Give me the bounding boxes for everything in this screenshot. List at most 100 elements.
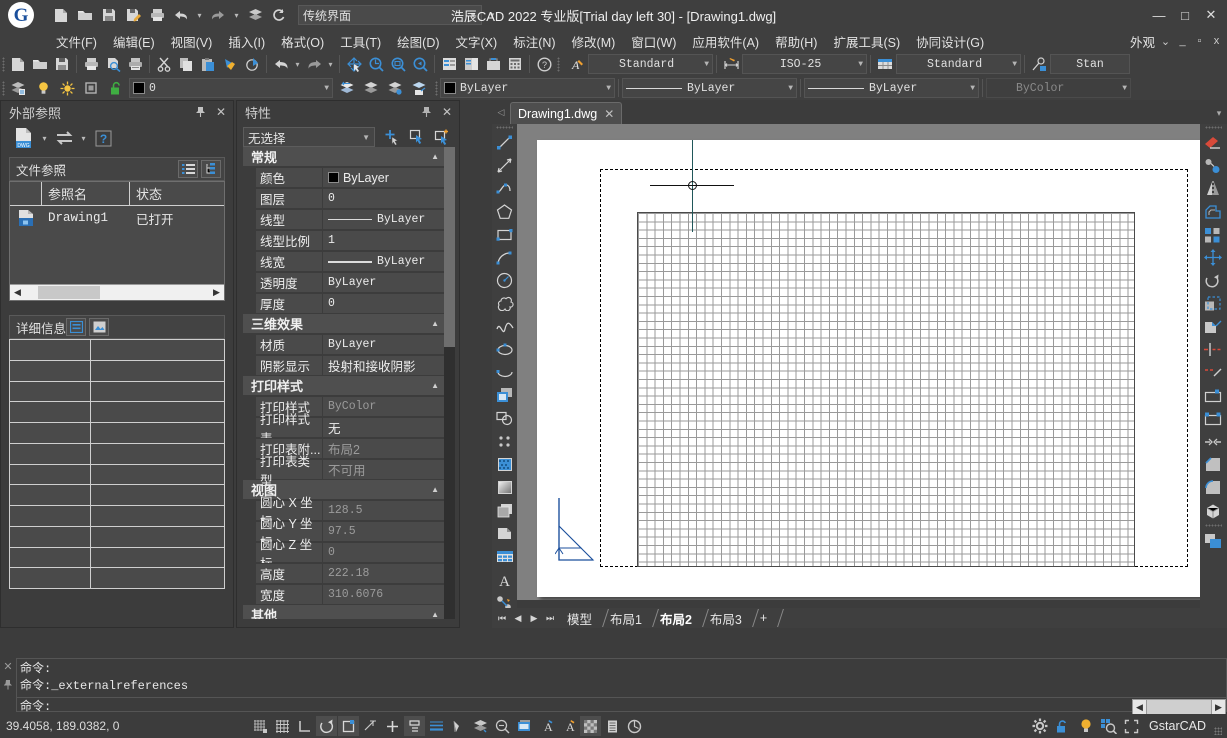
property-value[interactable]: ByLayer	[323, 251, 447, 272]
pickadd-icon[interactable]	[433, 127, 453, 147]
object-color-combo[interactable]: ByLayer ▼	[440, 78, 615, 98]
column-header-icon[interactable]	[10, 182, 42, 205]
preview-view-icon[interactable]	[89, 318, 109, 336]
property-row-linetype[interactable]: 线型 ByLayer	[243, 209, 447, 230]
property-value[interactable]: 0	[323, 188, 447, 209]
scroll-left-icon[interactable]: ◀	[1132, 699, 1147, 715]
document-tab-drawing1[interactable]: Drawing1.dwg ✕	[510, 102, 622, 124]
scrollbar-thumb[interactable]	[38, 286, 100, 299]
toolbar-grip[interactable]	[1200, 522, 1227, 529]
transparency-icon[interactable]	[448, 716, 469, 736]
layout-last-icon[interactable]: ⏭	[542, 609, 558, 627]
stretch-icon[interactable]	[1200, 315, 1225, 338]
extend-icon[interactable]	[1200, 361, 1225, 384]
spline-icon[interactable]	[492, 315, 517, 338]
freeze-icon[interactable]	[80, 77, 102, 99]
help-icon[interactable]: ?	[533, 53, 555, 75]
property-value[interactable]: 0	[323, 293, 447, 314]
print-icon[interactable]	[80, 53, 102, 75]
revision-cloud-icon[interactable]	[492, 292, 517, 315]
property-row-plotstyle-type[interactable]: 打印表类型 不可用	[243, 459, 447, 480]
qat-save-button[interactable]	[98, 4, 120, 26]
property-group-misc[interactable]: 其他 ▲	[243, 605, 447, 619]
calculator-icon[interactable]	[504, 53, 526, 75]
toolbar-grip[interactable]	[0, 54, 7, 74]
menu-collaboration[interactable]: 协同设计(G)	[908, 31, 992, 51]
property-row-color[interactable]: 颜色 ByLayer	[243, 167, 447, 188]
pin-icon[interactable]	[4, 679, 13, 690]
detail-row[interactable]	[10, 465, 224, 486]
properties-icon[interactable]	[438, 53, 460, 75]
annotation-scale-icon[interactable]: A	[536, 716, 557, 736]
fillet-icon[interactable]	[1200, 476, 1225, 499]
detail-row[interactable]	[10, 548, 224, 569]
pin-icon[interactable]	[191, 103, 209, 121]
qat-undo-dropdown-icon[interactable]: ▾	[194, 4, 205, 26]
menu-file[interactable]: 文件(F)	[48, 31, 105, 51]
redo-dropdown-icon[interactable]: ▾	[325, 53, 336, 75]
toolbar-grip[interactable]	[1200, 124, 1227, 131]
arc-icon[interactable]	[492, 246, 517, 269]
layout-tab-layout3[interactable]: 布局3	[701, 609, 751, 627]
property-value[interactable]: 1	[323, 230, 447, 251]
detail-row[interactable]	[10, 361, 224, 382]
ellipse-icon[interactable]	[492, 338, 517, 361]
close-icon[interactable]: ✕	[212, 103, 230, 121]
scroll-left-icon[interactable]: ◀	[10, 285, 25, 300]
doc-close-button[interactable]: x	[1208, 31, 1225, 51]
dim-style-icon[interactable]	[720, 53, 742, 75]
unlock-icon[interactable]	[104, 77, 126, 99]
property-row-layer[interactable]: 图层 0	[243, 188, 447, 209]
command-line-box[interactable]: 命令: 命令:_externalreferences 命令: ◀ ▶	[16, 658, 1227, 712]
qat-save-as-button[interactable]	[122, 4, 144, 26]
toolbar-grip[interactable]	[0, 78, 7, 98]
menu-dimension[interactable]: 标注(N)	[505, 31, 563, 51]
layout-tab-layout2[interactable]: 布局2	[651, 609, 701, 627]
attach-dwg-icon[interactable]: DWG	[11, 125, 37, 151]
scrollbar-thumb[interactable]	[444, 147, 455, 347]
break-at-point-icon[interactable]	[1200, 384, 1225, 407]
property-value[interactable]: ByLayer	[323, 272, 447, 293]
offset-icon[interactable]	[1200, 200, 1225, 223]
point-icon[interactable]	[492, 430, 517, 453]
toolbar-grip[interactable]	[433, 78, 440, 98]
mirror-icon[interactable]	[1200, 177, 1225, 200]
doc-restore-button[interactable]: ▫	[1191, 31, 1208, 51]
detail-row[interactable]	[10, 423, 224, 444]
qat-new-file-button[interactable]	[50, 4, 72, 26]
help-xref-icon[interactable]: ?	[91, 126, 115, 150]
doc-minimize-button[interactable]: _	[1174, 31, 1191, 51]
property-row-shadow-display[interactable]: 阴影显示 投射和接收阴影	[243, 355, 447, 376]
qat-undo-button[interactable]	[170, 4, 192, 26]
doc-tabs-prev-icon[interactable]: ◁	[492, 100, 510, 124]
qat-redo-button[interactable]	[207, 4, 229, 26]
detail-row[interactable]	[10, 568, 224, 588]
sun-icon[interactable]	[56, 77, 78, 99]
qat-overflow-button[interactable]: ▾	[484, 4, 500, 26]
detail-row[interactable]	[10, 444, 224, 465]
toolbar-grip[interactable]	[492, 124, 517, 131]
window-close-button[interactable]: ✕	[1199, 4, 1223, 26]
layer-off-icon[interactable]	[408, 77, 430, 99]
snap-grid-icon[interactable]	[250, 716, 271, 736]
zoom-window-icon[interactable]	[387, 53, 409, 75]
coordinates-display[interactable]: 39.4058, 189.0382, 0	[0, 719, 250, 733]
property-row-material[interactable]: 材质 ByLayer	[243, 334, 447, 355]
match-properties-icon[interactable]	[219, 53, 241, 75]
property-row-thickness[interactable]: 厚度 0	[243, 293, 447, 314]
make-block-icon[interactable]	[492, 407, 517, 430]
layer-manager-icon[interactable]	[7, 77, 29, 99]
rectangle-icon[interactable]	[492, 223, 517, 246]
toolbar-grip[interactable]	[555, 54, 562, 74]
break-icon[interactable]	[1200, 407, 1225, 430]
move-icon[interactable]	[1200, 246, 1225, 269]
menu-edit[interactable]: 编辑(E)	[105, 31, 163, 51]
save-icon[interactable]	[51, 53, 73, 75]
menu-help[interactable]: 帮助(H)	[767, 31, 825, 51]
property-row-lineweight[interactable]: 线宽 ByLayer	[243, 251, 447, 272]
dynamic-input-icon[interactable]	[404, 716, 425, 736]
ellipse-arc-icon[interactable]	[492, 361, 517, 384]
zoom-previous-icon[interactable]	[409, 53, 431, 75]
menu-applications[interactable]: 应用软件(A)	[684, 31, 767, 51]
details-view-icon[interactable]	[66, 318, 86, 336]
